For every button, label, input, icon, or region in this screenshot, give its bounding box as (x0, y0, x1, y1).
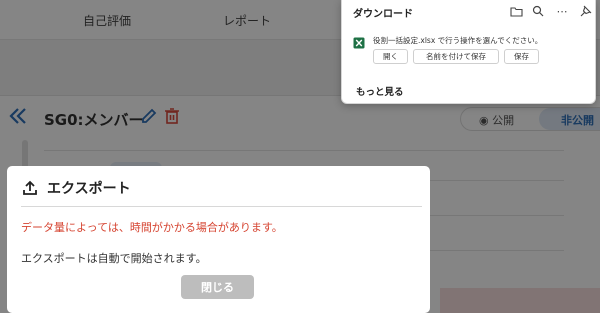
export-dialog: エクスポート データ量によっては、時間がかかる場合があります。 エクスポートは自… (7, 166, 430, 313)
dialog-divider (21, 206, 422, 207)
save-as-button[interactable]: 名前を付けて保存 (413, 49, 499, 64)
search-icon[interactable] (530, 3, 546, 19)
pin-icon[interactable] (578, 3, 594, 19)
see-more-link[interactable]: もっと見る (356, 84, 404, 98)
save-button[interactable]: 保存 (504, 49, 539, 64)
download-panel-title: ダウンロード (353, 9, 413, 20)
dialog-title: エクスポート (47, 181, 131, 197)
upload-icon (21, 179, 39, 197)
folder-icon[interactable] (508, 3, 524, 19)
download-message: 役割一括設定.xlsx で行う操作を選んでください。 (373, 36, 543, 45)
excel-file-icon (353, 34, 365, 49)
download-item: 役割一括設定.xlsx で行う操作を選んでください。 (353, 34, 593, 49)
download-panel: ダウンロード ⋯ 役割一括設定.xlsx で行う操作を選んでください。 開く 名… (341, 0, 596, 104)
open-button[interactable]: 開く (373, 49, 408, 64)
more-icon[interactable]: ⋯ (554, 3, 570, 19)
dialog-warning-text: データ量によっては、時間がかかる場合があります。 (21, 221, 283, 234)
close-button[interactable]: 閉じる (181, 275, 254, 299)
dialog-info-text: エクスポートは自動で開始されます。 (21, 252, 207, 265)
